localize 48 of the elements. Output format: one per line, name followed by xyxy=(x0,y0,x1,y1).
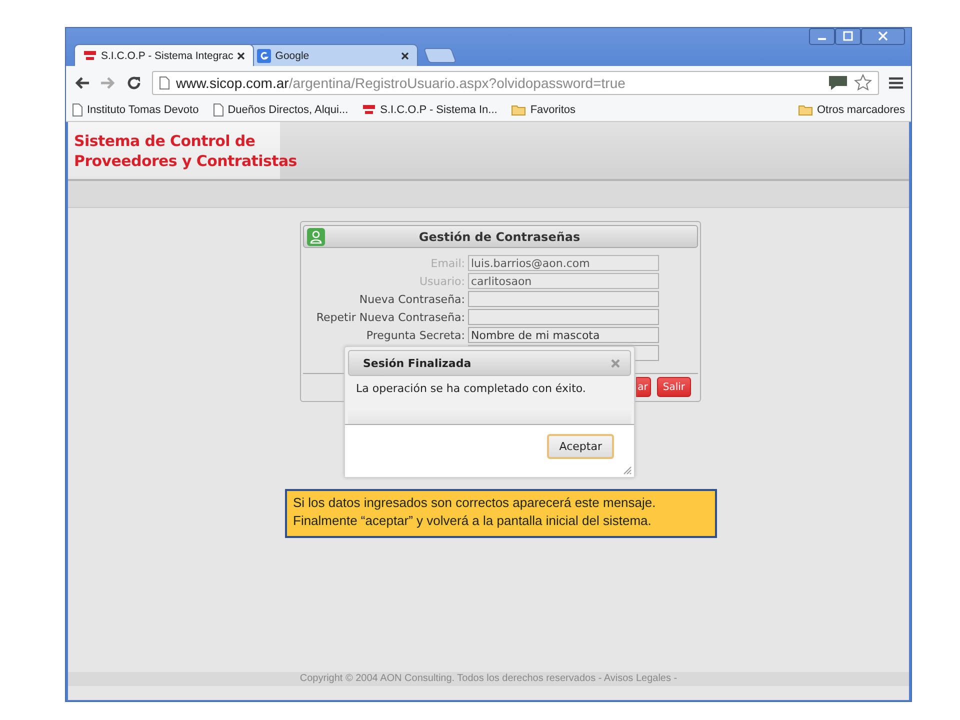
note-text: Si los datos ingresados son correctos aparecerá este mensaje. xyxy=(293,494,657,512)
close-icon[interactable] xyxy=(401,52,410,60)
address-bar[interactable]: www.sicop.com.ar/argentina/RegistroUsuario.aspx?olvidopassword=true xyxy=(152,70,879,94)
speech-bubble-icon[interactable] xyxy=(828,74,848,90)
input-field[interactable]: Nombre de mi mascota xyxy=(468,327,659,343)
input-field[interactable]: carlitosaon xyxy=(468,273,659,289)
minimize-icon[interactable] xyxy=(809,28,835,45)
star-icon[interactable] xyxy=(854,74,872,91)
note-text: Finalmente “aceptar” y volverá a la pantalla inicial del sistema. xyxy=(293,512,652,530)
close-icon[interactable] xyxy=(237,52,246,60)
input-field[interactable]: luis.barrios@aon.com xyxy=(468,255,659,271)
close-icon[interactable] xyxy=(861,28,905,45)
field-label: Email: xyxy=(430,256,465,270)
new-tab-button[interactable] xyxy=(424,48,457,63)
maximize-icon[interactable] xyxy=(835,28,861,45)
site-logo-text: Sistema de Control de xyxy=(74,131,256,151)
bookmark[interactable]: Favoritos xyxy=(511,104,576,116)
google-icon xyxy=(257,48,272,62)
site-logo-text: Proveedores y Contratistas xyxy=(74,151,298,171)
folder-icon xyxy=(798,104,813,116)
field-label: Repetir Nueva Contraseña: xyxy=(315,310,465,324)
accept-button[interactable]: Aceptar xyxy=(547,434,614,459)
bookmark[interactable]: Otros marcadores xyxy=(798,104,905,116)
bookmark[interactable]: Dueños Directos, Alqui... xyxy=(212,103,348,117)
user-icon xyxy=(307,228,325,246)
reload-icon[interactable] xyxy=(126,74,142,90)
footer-text: Copyright © 2004 AON Consulting. Todos los derechos reservados - Avisos Legales - xyxy=(68,672,909,686)
page-icon xyxy=(72,103,83,117)
dialog-title: Sesión Finalizada xyxy=(363,356,472,370)
page-icon xyxy=(212,103,224,117)
field-label: Pregunta Secreta: xyxy=(365,328,465,342)
exit-button[interactable]: Salir xyxy=(656,377,691,397)
back-icon[interactable] xyxy=(74,76,90,90)
form-title: Gestión de Contraseñas xyxy=(418,230,582,244)
field-label: Nueva Contraseña: xyxy=(358,292,465,306)
bookmark[interactable]: Instituto Tomas Devoto xyxy=(72,103,199,117)
input-field[interactable] xyxy=(468,291,659,307)
bookmark[interactable]: S.I.C.O.P - Sistema In... xyxy=(362,104,498,116)
page-icon xyxy=(159,76,170,90)
folder-icon xyxy=(511,104,526,116)
field-label: Usuario: xyxy=(418,274,465,288)
menu-icon[interactable] xyxy=(889,76,903,88)
action-button[interactable]: ar xyxy=(636,377,651,397)
resize-grip-icon[interactable] xyxy=(622,465,632,475)
browser-tab[interactable]: S.I.C.O.P - Sistema Integrac xyxy=(74,44,254,66)
logo-icon xyxy=(362,104,376,116)
input-field[interactable] xyxy=(468,309,659,325)
logo-icon xyxy=(83,50,97,62)
